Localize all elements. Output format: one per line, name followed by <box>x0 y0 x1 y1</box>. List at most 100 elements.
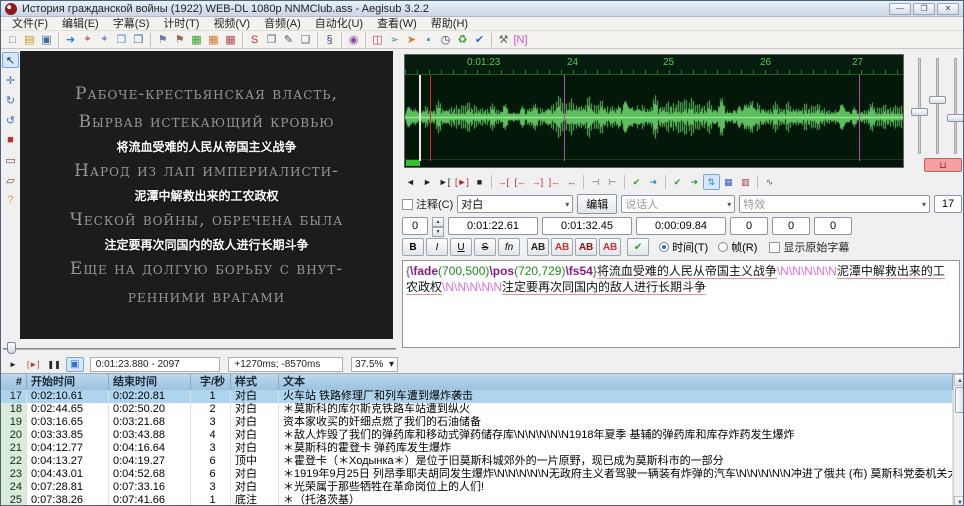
shift-clock-icon[interactable]: ◷ <box>437 32 454 48</box>
move-tool-icon[interactable]: ✛ <box>2 72 19 88</box>
open-file-icon[interactable]: ▤ <box>21 32 38 48</box>
maximize-button[interactable]: ❐ <box>913 3 935 15</box>
italic-button[interactable]: I <box>426 238 448 256</box>
layer-field[interactable]: 0 <box>402 217 428 235</box>
font-button[interactable]: fn <box>498 238 520 256</box>
volume-slider[interactable] <box>947 114 964 122</box>
margin-left-field[interactable]: 0 <box>730 217 768 235</box>
inactive-line-marker[interactable] <box>564 75 565 161</box>
selection-start-marker[interactable] <box>430 75 431 161</box>
audio-scroll-strip[interactable] <box>405 159 903 167</box>
video-details-icon[interactable]: ◫ <box>369 32 386 48</box>
spellcheck-flag-icon[interactable]: ⚑ <box>171 32 188 48</box>
video-position-field[interactable]: 0:01:23.880 - 2097 <box>90 357 221 372</box>
menu-item-4[interactable]: 计时(T) <box>156 17 206 31</box>
table-row[interactable]: 230:04:43.010:04:52.686对白＊1919年9月25日 列昂季… <box>1 468 953 481</box>
menu-item-3[interactable]: 字幕(S) <box>106 17 157 31</box>
vertical-zoom-slider[interactable] <box>929 96 946 104</box>
stop-button[interactable]: ■ <box>471 174 488 190</box>
layer-spinner[interactable]: ▲▼ <box>432 217 444 235</box>
replace-icon[interactable]: ⌖ <box>96 32 113 48</box>
clip-tool-icon[interactable]: ▭ <box>2 152 19 168</box>
kanji-timer-icon[interactable]: ♻ <box>454 32 471 48</box>
translation-assistant-icon[interactable]: ❐ <box>263 32 280 48</box>
video-autoscroll-toggle[interactable]: ▣ <box>66 357 84 372</box>
fonts-collector-icon[interactable]: ▦ <box>222 32 239 48</box>
play-begin-button[interactable]: ►[ <box>436 174 453 190</box>
slider-link-toggle[interactable]: ⊔ <box>924 158 962 172</box>
outline-color-button[interactable]: AB <box>575 238 597 256</box>
shift-start-back-button[interactable]: →[ <box>495 174 512 190</box>
strikeout-button[interactable]: S <box>474 238 496 256</box>
play-after-button[interactable]: ► <box>419 174 436 190</box>
new-file-icon[interactable]: □ <box>4 32 21 48</box>
table-row[interactable]: 220:04:13.270:04:19.276顶中＊霍登卡（＊Ходынка＊）… <box>1 455 953 468</box>
start-time-field[interactable]: 0:01:22.61 <box>448 217 538 235</box>
snap-to-scene-button[interactable]: ↔ <box>563 174 580 190</box>
scroll-up-icon[interactable]: ▲ <box>954 374 964 386</box>
options-icon[interactable]: ◉ <box>345 32 362 48</box>
rotate-xy-tool-icon[interactable]: ↺ <box>2 112 19 128</box>
newline-icon[interactable]: [N] <box>512 32 529 48</box>
commit-button[interactable]: ✔ <box>628 174 645 190</box>
primary-color-button[interactable]: AB <box>527 238 549 256</box>
bold-button[interactable]: B <box>402 238 424 256</box>
select-tool-icon[interactable]: ↖ <box>2 52 19 68</box>
effect-dropdown[interactable]: 特效 ▾ <box>739 195 930 213</box>
menu-item-5[interactable]: 视频(V) <box>206 17 257 31</box>
properties-flag-icon[interactable]: ⚑ <box>154 32 171 48</box>
audio-waveform-box[interactable]: 0:01:2324252627 <box>404 54 904 168</box>
end-time-field[interactable]: 0:01:32.45 <box>542 217 632 235</box>
video-seek-track[interactable] <box>3 348 396 350</box>
margin-vertical-field[interactable]: 0 <box>814 217 852 235</box>
show-original-checkbox[interactable]: 显示原始字幕 <box>769 239 849 255</box>
auto-next-toggle[interactable]: ➜ <box>686 174 703 190</box>
grid-scrollbar-thumb[interactable] <box>955 387 964 413</box>
margin-right-field[interactable]: 0 <box>772 217 810 235</box>
shift-start-fwd-button[interactable]: [← <box>512 174 529 190</box>
undo-icon[interactable]: ➢ <box>386 32 403 48</box>
auto-commit-toggle[interactable]: ✔ <box>669 174 686 190</box>
duration-field[interactable]: 0:00:09.84 <box>636 217 726 235</box>
tools-icon[interactable]: ⚒ <box>495 32 512 48</box>
shift-end-fwd-button[interactable]: ]← <box>546 174 563 190</box>
menu-item-6[interactable]: 音频(A) <box>257 17 308 31</box>
minimize-button[interactable]: — <box>889 3 911 15</box>
auto-scroll-toggle[interactable]: ⇅ <box>703 174 720 190</box>
search-icon[interactable]: ⌖ <box>79 32 96 48</box>
grid-scrollbar[interactable]: ▲ ▼ <box>953 374 964 506</box>
table-row[interactable]: 210:04:12.770:04:16.643对白＊莫斯科的霍登卡 弹药库发生爆… <box>1 442 953 455</box>
play-before-button[interactable]: ◄ <box>402 174 419 190</box>
style-dropdown[interactable]: 对白 ▾ <box>457 195 573 213</box>
close-button[interactable]: ✕ <box>937 3 959 15</box>
comment-checkbox[interactable]: 注释(C) <box>402 196 453 212</box>
karaoke-toggle[interactable]: ∿ <box>761 174 778 190</box>
scale-tool-icon[interactable]: ■ <box>2 132 19 148</box>
automation-icon[interactable]: § <box>321 32 338 48</box>
shift-times-icon[interactable]: ❒ <box>130 32 147 48</box>
comment-checkbox-box[interactable] <box>402 199 413 210</box>
video-zoom-dropdown[interactable]: 37.5% ▾ <box>351 357 398 372</box>
video-play-selection-button[interactable]: [►] <box>24 357 42 372</box>
resample-resolution-icon[interactable]: ✎ <box>280 32 297 48</box>
video-play-button[interactable]: ► <box>4 357 22 372</box>
jump-to-icon[interactable]: ➜ <box>62 32 79 48</box>
menu-item-9[interactable]: 帮助(H) <box>424 17 475 31</box>
video-pause-button[interactable]: ❚❚ <box>44 357 63 372</box>
redo-icon[interactable]: ➤ <box>403 32 420 48</box>
secondary-color-button[interactable]: AB <box>551 238 573 256</box>
video-seek-bar[interactable] <box>1 341 398 355</box>
vertical-link-toggle[interactable]: ▥ <box>737 174 754 190</box>
video-display[interactable]: Рабоче-крестьянская власть,Вырвав истека… <box>20 51 393 339</box>
table-row[interactable]: 250:07:38.260:07:41.661底注＊（托洛茨基） <box>1 494 953 506</box>
audio-waveform[interactable] <box>405 75 903 159</box>
menu-item-8[interactable]: 查看(W) <box>370 17 424 31</box>
spectrum-mode-toggle[interactable]: ▦ <box>720 174 737 190</box>
shift-end-back-button[interactable]: →] <box>529 174 546 190</box>
horizontal-zoom-slider[interactable] <box>911 108 928 116</box>
vector-clip-tool-icon[interactable]: ▱ <box>2 172 19 188</box>
paste-over-icon[interactable]: ❏ <box>297 32 314 48</box>
video-seek-thumb[interactable] <box>7 342 16 354</box>
edit-style-button[interactable]: 编辑 <box>577 194 617 214</box>
spell-checker-icon[interactable]: ✔ <box>471 32 488 48</box>
